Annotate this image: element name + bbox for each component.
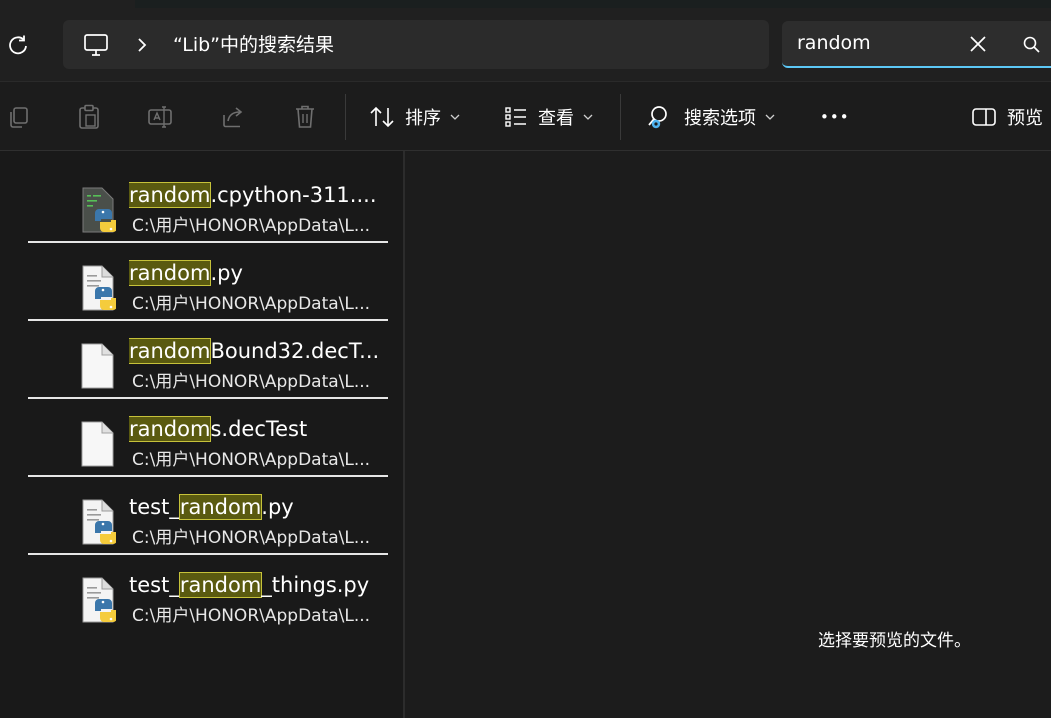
search-results-list: random.cpython-311.... C:\用户\HONOR\AppDa… (0, 151, 403, 718)
file-path: C:\用户\HONOR\AppData\L... (132, 372, 371, 392)
chevron-right-icon[interactable] (135, 36, 149, 54)
file-name: test_random_things.py (129, 572, 370, 598)
more-options-button[interactable]: ••• (820, 99, 850, 135)
file-name: random.cpython-311.... (129, 182, 377, 208)
python-file-icon (82, 499, 116, 545)
view-button[interactable]: 查看 (504, 99, 594, 135)
list-item[interactable]: test_random_things.py C:\用户\HONOR\AppDat… (28, 557, 388, 633)
rename-icon[interactable] (147, 104, 173, 130)
paste-icon[interactable] (76, 104, 102, 130)
search-input[interactable] (797, 30, 957, 56)
search-icon[interactable] (1022, 35, 1042, 55)
preview-label: 预览 (1007, 108, 1043, 129)
toolbar-separator (345, 94, 346, 140)
close-icon[interactable] (968, 34, 988, 54)
file-name: test_random.py (129, 494, 294, 520)
row-separator (28, 475, 388, 477)
list-item[interactable]: random.cpython-311.... C:\用户\HONOR\AppDa… (28, 167, 388, 243)
preview-pane: 选择要预览的文件。 (405, 151, 1051, 718)
preview-pane-icon (972, 108, 996, 126)
preview-pane-button[interactable]: 预览 (971, 99, 1043, 135)
search-box[interactable] (782, 21, 1051, 68)
list-item[interactable]: test_random.py C:\用户\HONOR\AppData\L... (28, 479, 388, 555)
row-separator (28, 397, 388, 399)
breadcrumb[interactable]: “Lib”中的搜索结果 (173, 32, 334, 58)
list-item[interactable]: randomBound32.decT... C:\用户\HONOR\AppDat… (28, 323, 388, 399)
python-compiled-icon (82, 187, 116, 233)
search-options-button[interactable]: 搜索选项 (646, 99, 776, 135)
file-path: C:\用户\HONOR\AppData\L... (132, 528, 371, 548)
window-top-strip (135, 0, 1051, 8)
row-separator (28, 553, 388, 555)
search-options-label: 搜索选项 (684, 108, 756, 129)
search-options-icon (648, 106, 667, 129)
view-label: 查看 (538, 108, 574, 129)
copy-icon[interactable] (5, 104, 31, 130)
row-separator (28, 241, 388, 243)
sort-label: 排序 (405, 108, 441, 129)
preview-empty-message: 选择要预览的文件。 (818, 631, 971, 651)
address-bar[interactable]: “Lib”中的搜索结果 (63, 20, 769, 69)
chevron-down-icon (450, 114, 460, 120)
file-path: C:\用户\HONOR\AppData\L... (132, 450, 371, 470)
delete-icon[interactable] (292, 104, 318, 130)
share-icon[interactable] (220, 104, 246, 130)
sort-icon (370, 106, 394, 128)
sort-button[interactable]: 排序 (369, 99, 461, 135)
chevron-down-icon (765, 114, 775, 120)
more-icon: ••• (820, 108, 850, 126)
file-path: C:\用户\HONOR\AppData\L... (132, 294, 371, 314)
file-path: C:\用户\HONOR\AppData\L... (132, 216, 371, 236)
file-name: random.py (129, 260, 243, 286)
python-file-icon (82, 265, 116, 311)
file-path: C:\用户\HONOR\AppData\L... (132, 606, 371, 626)
list-item[interactable]: random.py C:\用户\HONOR\AppData\L... (28, 245, 388, 321)
blank-file-icon (81, 343, 114, 389)
view-list-icon (505, 107, 526, 127)
toolbar-separator (620, 94, 621, 140)
title-bar: “Lib”中的搜索结果 (0, 0, 1051, 81)
chevron-down-icon (583, 114, 593, 120)
this-pc-icon[interactable] (83, 32, 109, 58)
python-file-icon (82, 577, 116, 623)
file-name: randomBound32.decT... (129, 338, 380, 364)
row-separator (28, 319, 388, 321)
command-bar: 排序 查看 搜索选项 ••• 预览 (0, 81, 1051, 151)
refresh-icon[interactable] (6, 33, 30, 57)
list-item[interactable]: randoms.decTest C:\用户\HONOR\AppData\L... (28, 401, 388, 477)
file-name: randoms.decTest (129, 416, 308, 442)
blank-file-icon (81, 421, 114, 467)
